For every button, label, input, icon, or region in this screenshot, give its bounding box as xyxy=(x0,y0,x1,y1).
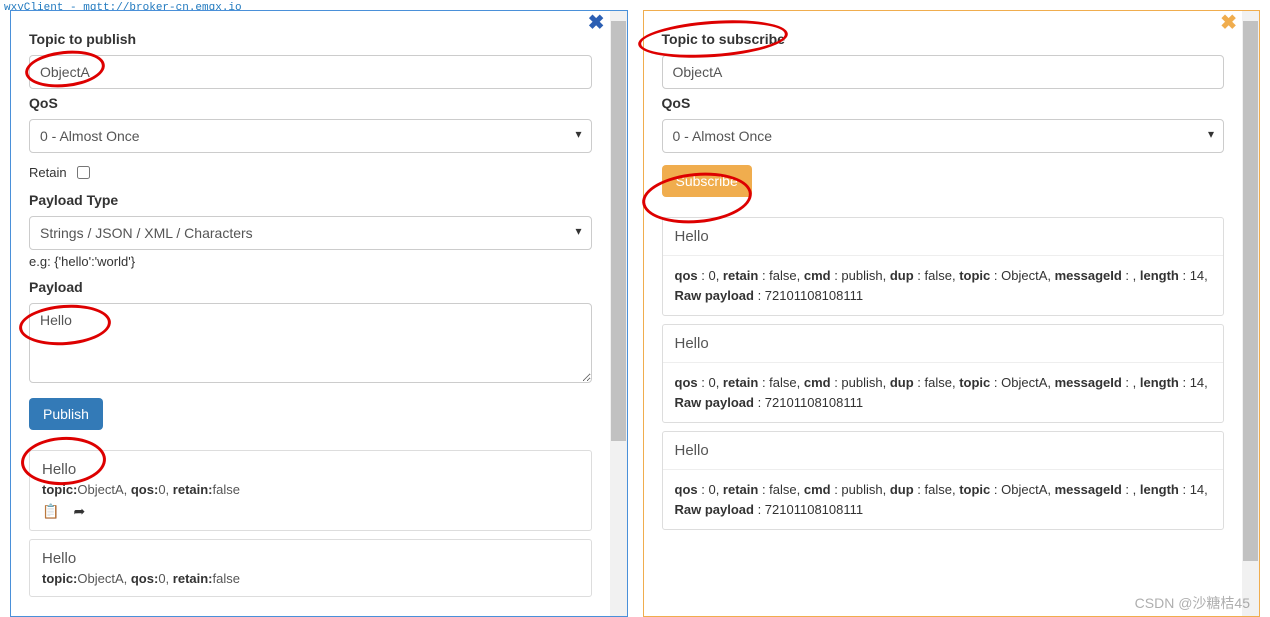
copy-icon[interactable]: 📋 xyxy=(42,503,59,519)
topic-publish-input[interactable] xyxy=(29,55,592,89)
scrollbar[interactable] xyxy=(1242,11,1259,616)
published-message: Hello topic:ObjectA, qos:0, retain:false 📋… xyxy=(29,450,592,531)
scrollbar-thumb[interactable] xyxy=(1243,21,1258,561)
message-detail: qos : 0, retain : false, cmd : publish, … xyxy=(663,363,1224,422)
payload-textarea[interactable] xyxy=(29,303,592,383)
payload-label: Payload xyxy=(29,279,592,295)
watermark: CSDN @沙糖桔45 xyxy=(1135,593,1250,613)
retain-checkbox[interactable] xyxy=(77,166,90,179)
received-message: Helloqos : 0, retain : false, cmd : publ… xyxy=(662,217,1225,316)
message-meta: topic:ObjectA, qos:0, retain:false xyxy=(42,571,579,586)
message-meta: topic:ObjectA, qos:0, retain:false xyxy=(42,482,579,497)
close-icon[interactable]: ✖ xyxy=(1220,13,1237,33)
topic-subscribe-label: Topic to subscribe xyxy=(662,31,1225,47)
payload-type-label: Payload Type xyxy=(29,192,592,208)
subscribe-button[interactable]: Subscribe xyxy=(662,165,752,197)
publish-panel: ✖ Topic to publish QoS 0 - Almost Once R… xyxy=(10,10,628,617)
subscribe-panel-body: ✖ Topic to subscribe QoS 0 - Almost Once… xyxy=(644,11,1243,616)
message-payload: Hello xyxy=(42,461,579,478)
subscribe-panel: ✖ Topic to subscribe QoS 0 - Almost Once… xyxy=(643,10,1261,617)
scrollbar-thumb[interactable] xyxy=(611,21,626,441)
message-payload: Hello xyxy=(663,218,1224,256)
qos-select[interactable]: 0 - Almost Once xyxy=(662,119,1225,153)
publish-button[interactable]: Publish xyxy=(29,398,103,430)
message-detail: qos : 0, retain : false, cmd : publish, … xyxy=(663,256,1224,315)
qos-label: QoS xyxy=(662,95,1225,111)
message-payload: Hello xyxy=(663,432,1224,470)
topic-subscribe-input[interactable] xyxy=(662,55,1225,89)
close-icon[interactable]: ✖ xyxy=(588,13,605,33)
received-message: Helloqos : 0, retain : false, cmd : publ… xyxy=(662,431,1225,530)
published-message: Hello topic:ObjectA, qos:0, retain:false xyxy=(29,539,592,597)
qos-select[interactable]: 0 - Almost Once xyxy=(29,119,592,153)
scrollbar[interactable] xyxy=(610,11,627,616)
retain-label: Retain xyxy=(29,165,67,180)
qos-label: QoS xyxy=(29,95,592,111)
payload-type-hint: e.g: {'hello':'world'} xyxy=(29,254,592,269)
message-payload: Hello xyxy=(42,550,579,567)
publish-panel-body: ✖ Topic to publish QoS 0 - Almost Once R… xyxy=(11,11,610,616)
payload-type-select[interactable]: Strings / JSON / XML / Characters xyxy=(29,216,592,250)
message-detail: qos : 0, retain : false, cmd : publish, … xyxy=(663,470,1224,529)
share-icon[interactable]: ➦ xyxy=(73,503,85,519)
message-payload: Hello xyxy=(663,325,1224,363)
received-message: Helloqos : 0, retain : false, cmd : publ… xyxy=(662,324,1225,423)
topic-publish-label: Topic to publish xyxy=(29,31,592,47)
